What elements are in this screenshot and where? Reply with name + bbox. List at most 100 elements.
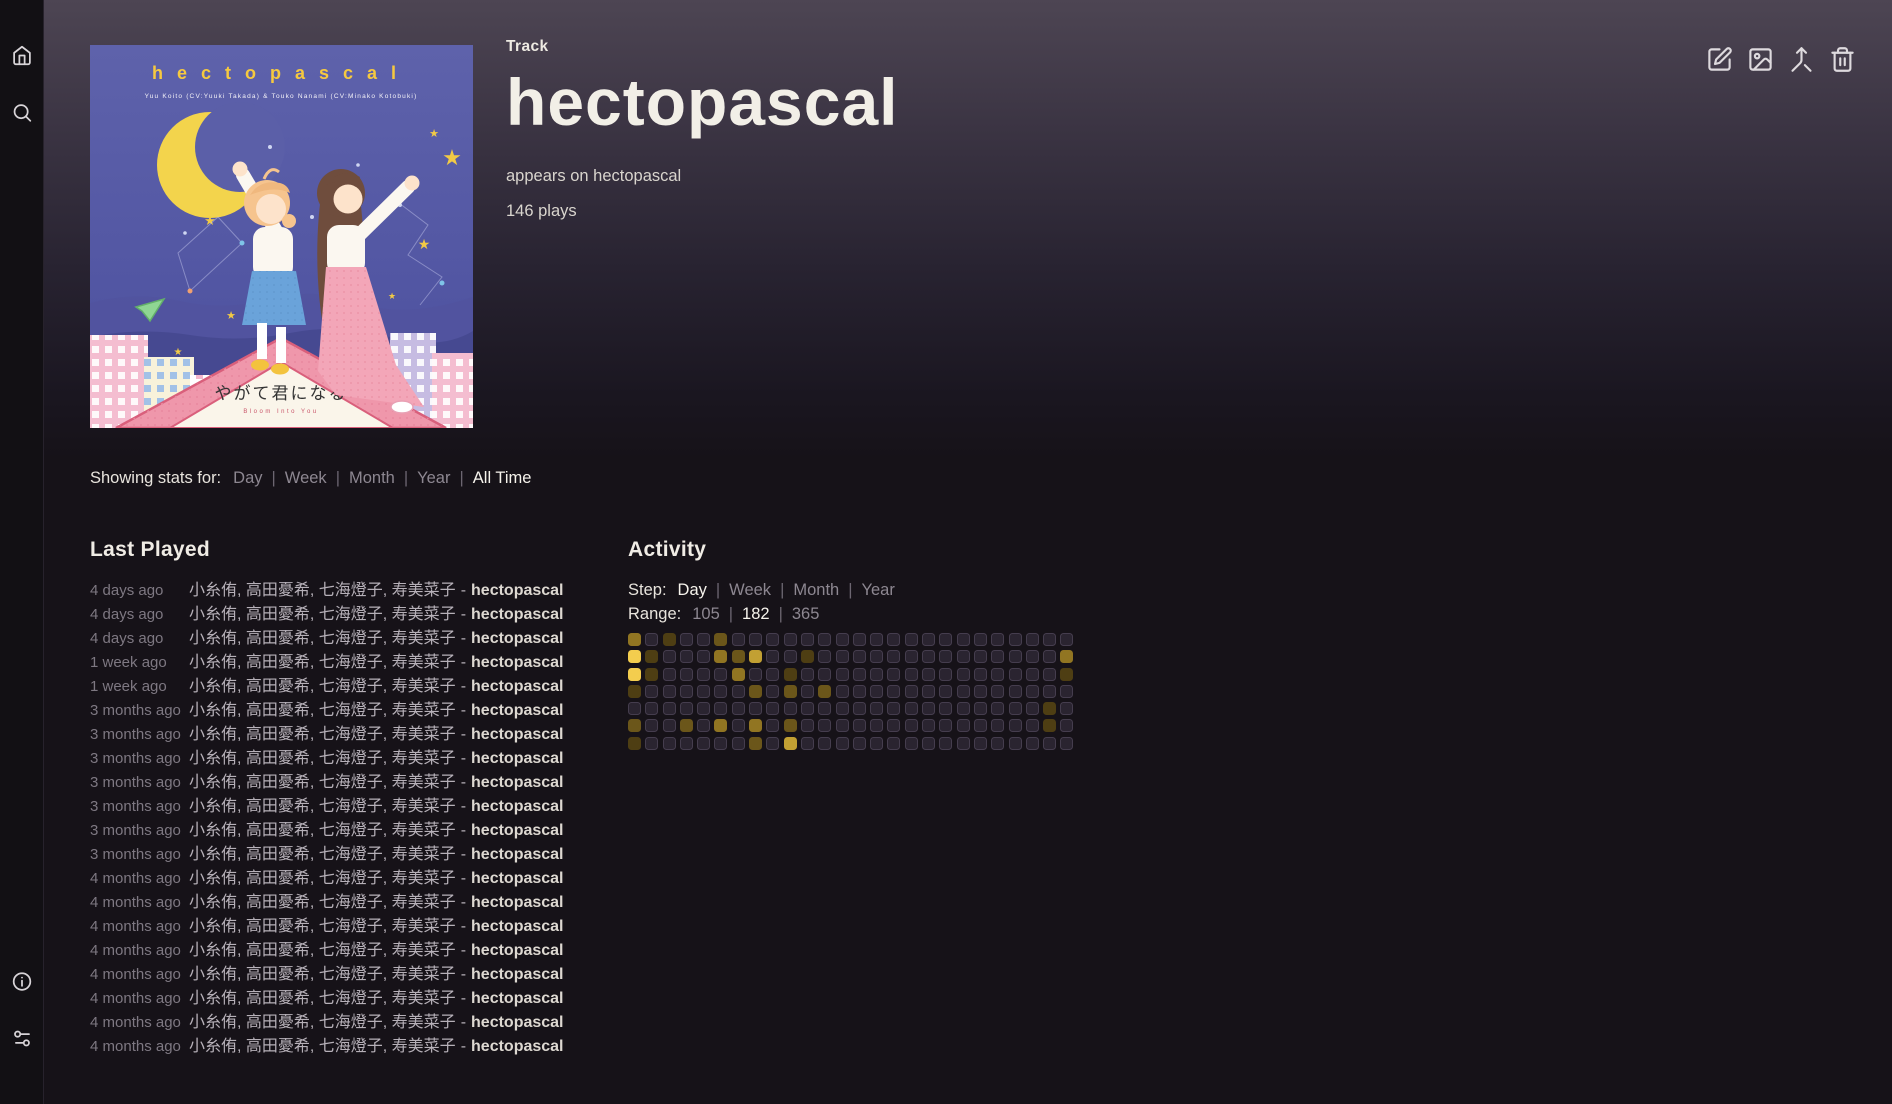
heatmap-cell <box>697 650 710 663</box>
heatmap-cell <box>663 668 676 681</box>
stats-option-year[interactable]: Year <box>417 469 450 488</box>
heatmap-cell <box>922 702 935 715</box>
play-track[interactable]: hectopascal <box>471 651 563 675</box>
play-track[interactable]: hectopascal <box>471 987 563 1011</box>
heatmap-cell <box>836 685 849 698</box>
play-track[interactable]: hectopascal <box>471 675 563 699</box>
heatmap-cell <box>732 737 745 750</box>
stats-option-all-time[interactable]: All Time <box>473 469 532 488</box>
play-time: 4 months ago <box>90 891 189 915</box>
heatmap-cell <box>870 702 883 715</box>
play-track[interactable]: hectopascal <box>471 723 563 747</box>
play-artists[interactable]: 小糸侑, 高田憂希, 七海燈子, 寿美菜子 <box>189 915 456 939</box>
play-artists[interactable]: 小糸侑, 高田憂希, 七海燈子, 寿美菜子 <box>189 675 456 699</box>
heatmap-cell <box>1060 719 1073 732</box>
play-artists[interactable]: 小糸侑, 高田憂希, 七海燈子, 寿美菜子 <box>189 939 456 963</box>
play-track[interactable]: hectopascal <box>471 771 563 795</box>
play-track[interactable]: hectopascal <box>471 1035 563 1059</box>
heatmap-cell <box>922 668 935 681</box>
play-track[interactable]: hectopascal <box>471 963 563 987</box>
play-artists[interactable]: 小糸侑, 高田憂希, 七海燈子, 寿美菜子 <box>189 747 456 771</box>
stats-option-month[interactable]: Month <box>349 469 395 488</box>
edit-icon[interactable] <box>1706 46 1733 73</box>
play-track[interactable]: hectopascal <box>471 699 563 723</box>
play-artists[interactable]: 小糸侑, 高田憂希, 七海燈子, 寿美菜子 <box>189 963 456 987</box>
play-artists[interactable]: 小糸侑, 高田憂希, 七海燈子, 寿美菜子 <box>189 891 456 915</box>
play-track[interactable]: hectopascal <box>471 627 563 651</box>
heatmap-cell <box>905 633 918 646</box>
play-artists[interactable]: 小糸侑, 高田憂希, 七海燈子, 寿美菜子 <box>189 699 456 723</box>
heatmap-cell <box>732 719 745 732</box>
play-artists[interactable]: 小糸侑, 高田憂希, 七海燈子, 寿美菜子 <box>189 603 456 627</box>
merge-icon[interactable] <box>1788 46 1815 73</box>
play-artists[interactable]: 小糸侑, 高田憂希, 七海燈子, 寿美菜子 <box>189 723 456 747</box>
heatmap-cell <box>1026 702 1039 715</box>
play-artists[interactable]: 小糸侑, 高田憂希, 七海燈子, 寿美菜子 <box>189 1035 456 1059</box>
heatmap-cell <box>1009 668 1022 681</box>
play-artists[interactable]: 小糸侑, 高田憂希, 七海燈子, 寿美菜子 <box>189 771 456 795</box>
heatmap-cell <box>887 737 900 750</box>
album-art[interactable]: ★★ ★★ ★★ ★★ やがて君になる Bloom Into You <box>90 45 473 428</box>
heatmap-cell <box>801 633 814 646</box>
play-count: 146 plays <box>506 202 899 221</box>
album-link[interactable]: hectopascal <box>593 167 681 185</box>
play-artists[interactable]: 小糸侑, 高田憂希, 七海燈子, 寿美菜子 <box>189 819 456 843</box>
play-track[interactable]: hectopascal <box>471 747 563 771</box>
home-icon[interactable] <box>11 45 32 66</box>
heatmap-cell <box>1009 685 1022 698</box>
activity-section: Activity Step: Day|Week|Month|Year Range… <box>628 538 1073 750</box>
play-artists[interactable]: 小糸侑, 高田憂希, 七海燈子, 寿美菜子 <box>189 579 456 603</box>
play-artists[interactable]: 小糸侑, 高田憂希, 七海燈子, 寿美菜子 <box>189 795 456 819</box>
play-row: 3 months ago小糸侑, 高田憂希, 七海燈子, 寿美菜子-hectop… <box>90 723 620 747</box>
dash-separator: - <box>461 987 466 1011</box>
step-option-year[interactable]: Year <box>862 578 895 602</box>
stats-option-week[interactable]: Week <box>285 469 327 488</box>
dash-separator: - <box>461 795 466 819</box>
heatmap-cell <box>749 737 762 750</box>
play-track[interactable]: hectopascal <box>471 867 563 891</box>
heatmap-cell <box>836 668 849 681</box>
step-option-day[interactable]: Day <box>678 578 707 602</box>
play-row: 1 week ago小糸侑, 高田憂希, 七海燈子, 寿美菜子-hectopas… <box>90 675 620 699</box>
heatmap-cell <box>645 737 658 750</box>
play-row: 3 months ago小糸侑, 高田憂希, 七海燈子, 寿美菜子-hectop… <box>90 747 620 771</box>
play-track[interactable]: hectopascal <box>471 843 563 867</box>
play-track[interactable]: hectopascal <box>471 891 563 915</box>
play-track[interactable]: hectopascal <box>471 915 563 939</box>
step-option-week[interactable]: Week <box>729 578 771 602</box>
play-track[interactable]: hectopascal <box>471 1011 563 1035</box>
heatmap-cell <box>1060 702 1073 715</box>
play-track[interactable]: hectopascal <box>471 603 563 627</box>
step-option-month[interactable]: Month <box>793 578 839 602</box>
play-artists[interactable]: 小糸侑, 高田憂希, 七海燈子, 寿美菜子 <box>189 987 456 1011</box>
range-option-105[interactable]: 105 <box>692 602 720 626</box>
heatmap-cell <box>853 685 866 698</box>
play-track[interactable]: hectopascal <box>471 819 563 843</box>
play-time: 1 week ago <box>90 675 189 699</box>
range-option-365[interactable]: 365 <box>792 602 820 626</box>
heatmap-cell <box>645 650 658 663</box>
heatmap-cell <box>870 737 883 750</box>
play-artists[interactable]: 小糸侑, 高田憂希, 七海燈子, 寿美菜子 <box>189 651 456 675</box>
search-icon[interactable] <box>11 102 32 123</box>
play-artists[interactable]: 小糸侑, 高田憂希, 七海燈子, 寿美菜子 <box>189 843 456 867</box>
heatmap-cell <box>887 650 900 663</box>
play-artists[interactable]: 小糸侑, 高田憂希, 七海燈子, 寿美菜子 <box>189 627 456 651</box>
heatmap-cell <box>714 719 727 732</box>
play-artists[interactable]: 小糸侑, 高田憂希, 七海燈子, 寿美菜子 <box>189 1011 456 1035</box>
heatmap-cell <box>974 633 987 646</box>
play-artists[interactable]: 小糸侑, 高田憂希, 七海燈子, 寿美菜子 <box>189 867 456 891</box>
play-track[interactable]: hectopascal <box>471 795 563 819</box>
delete-icon[interactable] <box>1829 46 1856 73</box>
play-track[interactable]: hectopascal <box>471 579 563 603</box>
change-image-icon[interactable] <box>1747 46 1774 73</box>
heatmap-cell <box>1043 685 1056 698</box>
stats-option-day[interactable]: Day <box>233 469 262 488</box>
art-subtitle: Yuu Koito (CV:Yuuki Takada) & Touko Nana… <box>145 93 418 100</box>
heatmap-cell <box>1009 702 1022 715</box>
heatmap-cell <box>991 719 1004 732</box>
settings-sliders-icon[interactable] <box>11 1028 32 1049</box>
range-option-182[interactable]: 182 <box>742 602 770 626</box>
info-icon[interactable] <box>11 971 32 992</box>
play-track[interactable]: hectopascal <box>471 939 563 963</box>
